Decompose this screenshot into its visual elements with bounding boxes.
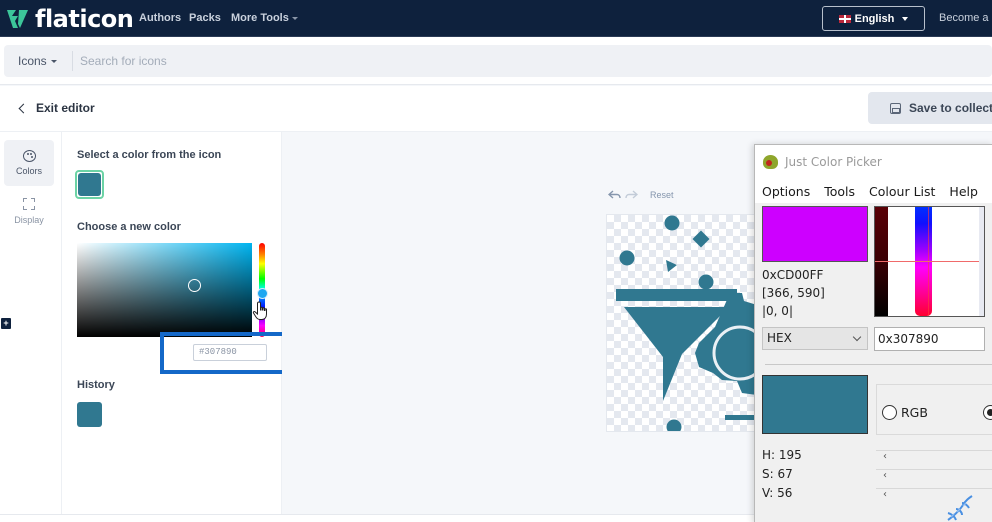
icon-dot <box>619 250 635 266</box>
rail-item-display[interactable]: Display <box>4 188 54 234</box>
chameleon-app-icon <box>763 155 778 169</box>
picker-body: 0xCD00FF [366, 590] |0, 0| HEX 0x307890 … <box>755 203 992 522</box>
picked-color-swatch <box>762 375 868 434</box>
annotation-highlight-box <box>160 332 290 374</box>
saturation-value-picker[interactable] <box>77 243 252 337</box>
icon-artboard[interactable] <box>606 214 756 432</box>
color-model-radio-group: RGB <box>876 384 992 435</box>
value-slider-arrow-icon[interactable]: ‹ <box>883 489 887 500</box>
caret-down-icon <box>50 59 57 63</box>
rail-item-label: Display <box>14 214 44 225</box>
language-selector[interactable]: English <box>822 6 925 31</box>
icon-color-swatch[interactable] <box>75 170 104 199</box>
expand-panel-button[interactable]: + <box>1 318 11 329</box>
cursor-position-readout: [366, 590] <box>762 286 825 300</box>
uk-flag-icon <box>838 14 851 23</box>
saturation-slider-arrow-icon[interactable]: ‹ <box>883 470 887 481</box>
reset-button[interactable]: Reset <box>650 190 674 200</box>
funnel-rim <box>616 289 737 301</box>
menu-tools[interactable]: Tools <box>824 184 855 199</box>
color-panel: Select a color from the icon Choose a ne… <box>62 132 290 514</box>
icon-dot <box>698 274 714 290</box>
language-label: English <box>854 12 895 25</box>
saturation-readout: S: 67 <box>762 467 793 481</box>
top-navigation: flaticon Authors Packs More Tools Englis… <box>0 0 992 37</box>
choose-color-heading: Choose a new color <box>77 221 181 233</box>
become-contributor-link[interactable]: Become a c <box>939 12 992 24</box>
value-readout: V: 56 <box>762 486 793 500</box>
icon-dot <box>664 215 680 231</box>
flaticon-logo-icon <box>7 10 28 28</box>
chevron-down-icon <box>852 332 862 342</box>
exit-editor-button[interactable]: Exit editor <box>18 101 95 115</box>
redo-icon[interactable] <box>625 190 638 200</box>
slider-track <box>876 450 992 451</box>
menu-options[interactable]: Options <box>762 184 810 199</box>
window-title: Just Color Picker <box>785 155 882 169</box>
history-heading: History <box>77 379 115 391</box>
separator <box>765 364 992 365</box>
nav-authors[interactable]: Authors <box>139 12 181 24</box>
search-bar: Icons <box>4 45 992 77</box>
palette-icon <box>22 150 36 162</box>
hue-readout: H: 195 <box>762 448 802 462</box>
sv-picker-handle[interactable] <box>188 279 201 292</box>
category-label: Icons <box>18 54 47 68</box>
current-color-swatch <box>762 206 868 262</box>
funnel-gear-icon <box>616 215 755 431</box>
slider-track <box>876 488 992 489</box>
divider <box>72 51 73 71</box>
hue-slider-handle[interactable] <box>257 288 268 299</box>
dna-icon <box>947 495 973 521</box>
save-icon <box>890 102 901 114</box>
search-row: Icons <box>0 37 992 85</box>
search-input[interactable] <box>80 49 580 73</box>
editor-toolbar: Exit editor Save to collectio <box>0 86 992 132</box>
caret-down-icon <box>902 16 909 21</box>
radio-hsv[interactable] <box>983 405 992 420</box>
rail-item-label: Colors <box>15 166 42 176</box>
nav-more-tools[interactable]: More Tools <box>231 12 298 24</box>
icon-arc <box>725 415 755 420</box>
current-hex-readout: 0xCD00FF <box>762 268 824 282</box>
relative-position-readout: |0, 0| <box>762 304 793 318</box>
hand-cursor-icon <box>252 301 267 320</box>
brand-name: flaticon <box>35 5 134 33</box>
menu-bar: Options Tools Colour List Help <box>755 179 992 203</box>
zoom-magnifier <box>874 206 985 317</box>
menu-colour-list[interactable]: Colour List <box>869 184 935 199</box>
radio-rgb[interactable] <box>882 405 897 420</box>
magnifier-edge <box>979 207 984 316</box>
save-to-collection-button[interactable]: Save to collectio <box>868 92 992 124</box>
format-label: HEX <box>767 331 792 345</box>
select-color-heading: Select a color from the icon <box>77 149 222 161</box>
nav-more-tools-label: More Tools <box>231 12 289 24</box>
save-label: Save to collectio <box>909 101 992 115</box>
caret-down-icon <box>291 16 298 20</box>
menu-help[interactable]: Help <box>949 184 978 199</box>
icon-dot <box>666 419 682 431</box>
history-swatch[interactable] <box>77 402 102 427</box>
swatch-fill <box>78 173 101 196</box>
just-color-picker-window: Just Color Picker Options Tools Colour L… <box>754 144 992 522</box>
flaticon-logo[interactable]: flaticon <box>6 5 134 33</box>
crosshair-horizontal <box>875 261 984 262</box>
undo-icon[interactable] <box>608 190 621 200</box>
exit-editor-label: Exit editor <box>36 101 95 115</box>
category-select[interactable]: Icons <box>18 54 57 68</box>
chevron-left-icon <box>18 103 29 113</box>
color-format-select[interactable]: HEX <box>762 327 868 350</box>
nav-packs[interactable]: Packs <box>189 12 221 24</box>
window-titlebar[interactable]: Just Color Picker <box>755 145 992 179</box>
slider-track <box>876 469 992 470</box>
rail-item-colors[interactable]: Colors <box>4 140 54 186</box>
history-controls: Reset <box>608 190 674 200</box>
radio-rgb-label: RGB <box>901 405 928 420</box>
picked-hex-field[interactable]: 0x307890 <box>874 327 985 351</box>
icon-triangle <box>666 260 677 272</box>
hue-slider-arrow-icon[interactable]: ‹ <box>883 451 887 462</box>
icon-diamond <box>692 230 710 248</box>
expand-icon <box>23 197 35 210</box>
